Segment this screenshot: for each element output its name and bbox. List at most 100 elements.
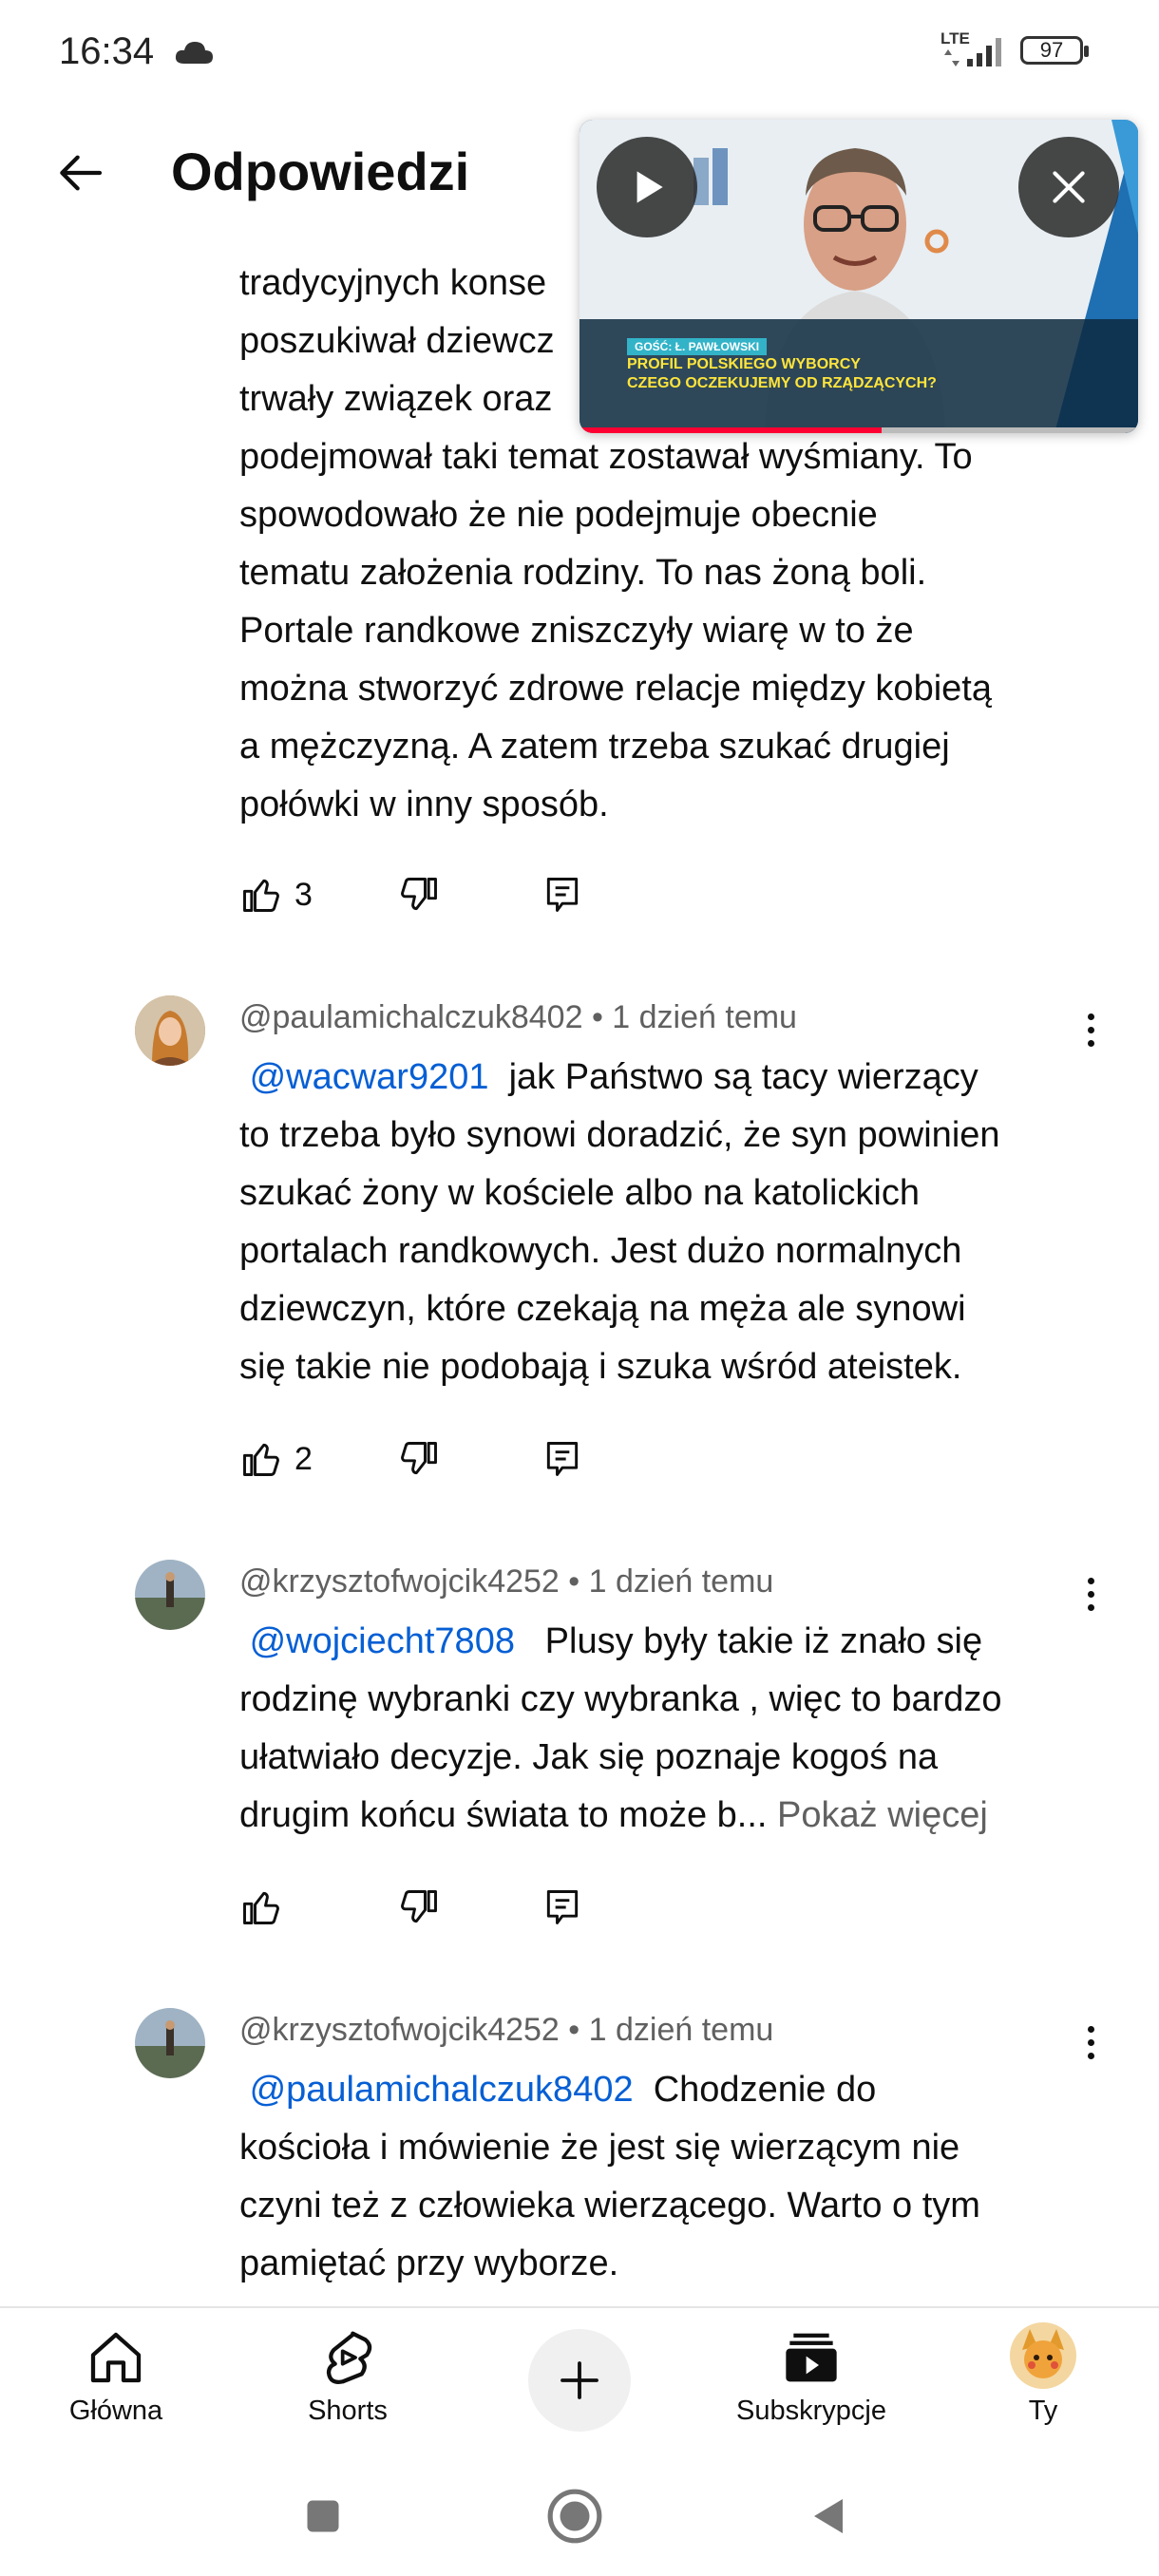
status-time: 16:34	[59, 30, 155, 72]
play-button[interactable]	[597, 137, 697, 237]
show-more-link[interactable]: Pokaż więcej	[777, 1795, 988, 1835]
reply-button[interactable]	[542, 866, 583, 923]
create-button[interactable]	[528, 2329, 631, 2432]
like-button[interactable]	[239, 1879, 281, 1936]
square-icon	[307, 2500, 339, 2532]
nav-home[interactable]: Główna	[21, 2308, 211, 2451]
caption-line: PROFIL POLSKIEGO WYBORCY	[627, 356, 861, 372]
thumb-up-icon	[243, 1443, 279, 1476]
comment-line: pamiętać przy wyborze.	[239, 2244, 619, 2283]
reply-icon	[546, 1890, 579, 1924]
back-button[interactable]	[42, 135, 118, 211]
avatar[interactable]	[135, 995, 205, 1066]
thumb-up-icon	[243, 879, 279, 912]
comment-line: się takie nie podobają i szuka wśród ate…	[239, 1347, 962, 1387]
avatar-image	[135, 995, 205, 1066]
comment-meta: @krzysztofwojcik4252 • 1 dzień temu	[239, 2012, 774, 2048]
comment-line: @paulamichalczuk8402 Chodzenie do	[249, 2070, 877, 2110]
comment-line: dziewczyn, które czekają na męża ale syn…	[239, 1289, 966, 1329]
comment-line: drugim końcu świata to może b... Pokaż w…	[239, 1795, 988, 1835]
nav-label: Shorts	[308, 2396, 388, 2426]
status-bar: 16:34 LTE 97	[0, 0, 1159, 104]
comment-time: 1 dzień temu	[612, 999, 797, 1035]
network-label: LTE	[940, 29, 970, 47]
battery-indicator: 97	[1020, 36, 1089, 65]
comment-body: @wojciecht7808 Plusy były takie iż znało…	[239, 1613, 1094, 1845]
like-count: 3	[294, 876, 313, 913]
back-system-button[interactable]	[796, 2483, 863, 2549]
reply-button[interactable]	[542, 1430, 583, 1487]
thumb-down-icon	[401, 1442, 437, 1475]
comment-line: ułatwiało decyzje. Jak się poznaje kogoś…	[239, 1737, 939, 1777]
comment-line: podejmował taki temat zostawał wyśmiany.…	[239, 437, 973, 477]
profile-avatar-icon	[1010, 2322, 1076, 2389]
mention-link[interactable]: @wacwar9201	[250, 1057, 489, 1097]
subscriptions-icon	[786, 2333, 837, 2382]
nav-label: Główna	[68, 2396, 163, 2426]
comment-actions: 2	[239, 1430, 619, 1487]
more-vert-icon	[1087, 1577, 1094, 1584]
comment-body: @wacwar9201 jak Państwo są tacy wierzący…	[239, 1049, 1094, 1396]
nav-label: Ty	[1028, 2396, 1058, 2426]
comment-author[interactable]: @krzysztofwojcik4252	[239, 2012, 560, 2048]
comment-line: czyni też z człowieka wierzącego. Warto …	[239, 2186, 980, 2226]
comment-meta: @paulamichalczuk8402 • 1 dzień temu	[239, 999, 797, 1035]
dislike-button[interactable]	[399, 1430, 441, 1487]
comment-line: rodzinę wybranki czy wybranka , więc to …	[239, 1679, 1002, 1719]
comment-author[interactable]: @krzysztofwojcik4252	[239, 1563, 560, 1600]
replies-list[interactable]: tradycyjnych konse poszukiwał dziewcz tr…	[0, 228, 1159, 2306]
video-caption: GOŚĆ: Ł. PAWŁOWSKI PROFIL POLSKIEGO WYBO…	[627, 338, 937, 393]
comment-meta: @krzysztofwojcik4252 • 1 dzień temu	[239, 1563, 774, 1600]
circle-icon	[547, 2489, 602, 2544]
progress-fill	[580, 427, 882, 433]
comment-body: @paulamichalczuk8402 Chodzenie do kościo…	[239, 2061, 1094, 2293]
comment-time: 1 dzień temu	[588, 1563, 774, 1600]
dislike-button[interactable]	[399, 1879, 441, 1936]
plus-icon	[560, 2361, 598, 2399]
comment-line: portalach randkowych. Jest dużo normalny…	[239, 1231, 962, 1271]
progress-bar[interactable]	[580, 427, 1138, 433]
thumb-up-icon	[243, 1891, 279, 1924]
page-title: Odpowiedzi	[171, 142, 470, 201]
close-icon	[1053, 171, 1085, 203]
comment-line: Portale randkowe zniszczyły wiarę w to ż…	[239, 611, 914, 651]
back-arrow-icon	[60, 155, 103, 191]
mention-link[interactable]: @paulamichalczuk8402	[250, 2070, 634, 2110]
caption-line: CZEGO OCZEKUJEMY OD RZĄDZĄCYCH?	[627, 375, 937, 391]
reply-button[interactable]	[542, 1879, 583, 1936]
signal-icon: LTE	[940, 29, 1001, 66]
more-vert-icon	[1087, 2025, 1094, 2033]
nav-you[interactable]: Ty	[948, 2308, 1138, 2451]
comment-line: szukać żony w kościele albo na katolicki…	[239, 1173, 921, 1213]
avatar[interactable]	[135, 1560, 205, 1630]
triangle-back-icon	[814, 2499, 843, 2533]
cloud-icon	[175, 42, 213, 64]
system-navigation	[0, 2451, 1159, 2576]
dislike-button[interactable]	[399, 866, 441, 923]
guest-badge: GOŚĆ: Ł. PAWŁOWSKI	[627, 338, 768, 355]
like-count: 2	[294, 1440, 313, 1477]
comment-actions	[239, 1879, 619, 1936]
comment-line: można stworzyć zdrowe relacje między kob…	[239, 669, 992, 709]
home-system-button[interactable]	[542, 2483, 608, 2549]
comment-line: @wacwar9201 jak Państwo są tacy wierzący	[249, 1057, 978, 1097]
comment-time: 1 dzień temu	[588, 2012, 774, 2048]
nav-label: Subskrypcje	[736, 2396, 886, 2426]
shorts-icon	[326, 2331, 372, 2384]
recents-button[interactable]	[290, 2483, 356, 2549]
mini-player[interactable]: GOŚĆ: Ł. PAWŁOWSKI PROFIL POLSKIEGO WYBO…	[580, 120, 1138, 433]
mention-link[interactable]: @wojciecht7808	[250, 1621, 515, 1661]
comment-actions: 3	[239, 866, 619, 923]
comment-author[interactable]: @paulamichalczuk8402	[239, 999, 583, 1035]
bottom-navigation: Główna Shorts Subskrypcje Ty	[0, 2306, 1159, 2451]
comment-line: połówki w inny sposób.	[239, 785, 609, 824]
play-icon	[636, 171, 663, 203]
home-icon	[90, 2332, 142, 2383]
nav-shorts[interactable]: Shorts	[253, 2308, 443, 2451]
avatar[interactable]	[135, 2008, 205, 2078]
like-button[interactable]: 2	[239, 1430, 313, 1487]
like-button[interactable]: 3	[239, 866, 313, 923]
nav-subscriptions[interactable]: Subskrypcje	[716, 2308, 906, 2451]
close-button[interactable]	[1018, 137, 1119, 237]
comment-line: @wojciecht7808 Plusy były takie iż znało…	[249, 1621, 983, 1661]
